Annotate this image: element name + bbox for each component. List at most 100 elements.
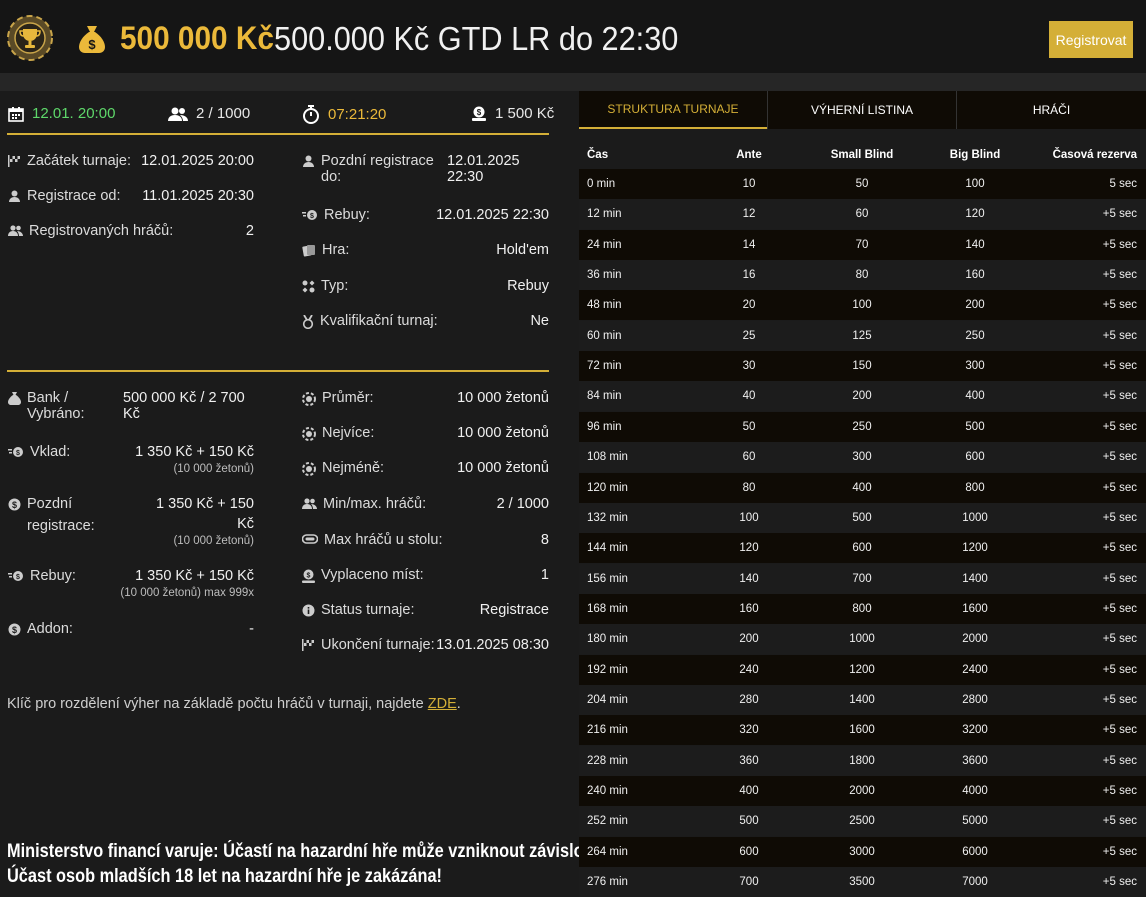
cell-time: 228 min	[587, 754, 628, 767]
table-row: 120 min 80 400 800 +5 sec	[579, 472, 1146, 503]
table-row: 108 min 60 300 600 +5 sec	[579, 442, 1146, 473]
cell-time-bank: +5 sec	[1102, 420, 1137, 433]
cell-time-bank: +5 sec	[1102, 299, 1137, 312]
gambling-warning: Ministerstvo financí varuje: Účastí na h…	[7, 841, 604, 887]
cell-time: 144 min	[587, 542, 628, 555]
cell-big-blind: 300	[965, 360, 985, 373]
cell-small-blind: 400	[852, 481, 872, 494]
start-date-stat: 12.01. 20:00	[8, 105, 115, 122]
user-icon	[9, 190, 20, 202]
cell-small-blind: 3000	[849, 845, 875, 858]
header: $ 500 000 Kč 500.000 Kč GTD LR do 22:30 …	[0, 0, 1146, 80]
players-count: 2 / 1000	[196, 105, 251, 122]
cell-small-blind: 1600	[849, 724, 875, 737]
table-row: 168 min 160 800 1600 +5 sec	[579, 593, 1146, 624]
user-icon	[303, 155, 314, 167]
table-row: 72 min 30 150 300 +5 sec	[579, 351, 1146, 382]
cell-small-blind: 1200	[849, 663, 875, 676]
info-row: Registrovaných hráčů: 2	[8, 223, 254, 239]
cell-ante: 240	[739, 663, 759, 676]
cell-ante: 120	[739, 542, 759, 555]
cell-time-bank: +5 sec	[1102, 542, 1137, 555]
coin-icon: $	[8, 623, 21, 636]
svg-text:$: $	[88, 37, 96, 52]
cell-time-bank: +5 sec	[1102, 785, 1137, 797]
money-icon: $	[302, 210, 317, 220]
cell-time-bank: +5 sec	[1102, 238, 1137, 251]
coin-stack-icon: $	[472, 106, 486, 121]
cell-time-bank: +5 sec	[1102, 572, 1137, 585]
svg-text:$: $	[16, 574, 20, 581]
cell-big-blind: 1600	[962, 602, 988, 615]
divider-stripe	[0, 73, 1146, 91]
cell-small-blind: 1800	[849, 754, 875, 767]
cell-time: 84 min	[587, 390, 622, 403]
cell-ante: 12	[742, 208, 756, 221]
table-row: 0 min 10 50 100 5 sec	[579, 169, 1146, 199]
money-row: Ukončení turnaje: 13.01.2025 08:30	[302, 637, 549, 653]
cell-time: 0 min	[587, 178, 616, 190]
cell-small-blind: 600	[852, 542, 872, 555]
money-icon: $	[8, 447, 23, 457]
tournament-title: 500.000 Kč GTD LR do 22:30	[274, 20, 679, 57]
cell-time-bank: 5 sec	[1109, 178, 1138, 190]
cell-ante: 700	[739, 876, 759, 889]
tab-structure[interactable]: STRUKTURA TURNAJE	[579, 91, 767, 129]
cell-ante: 160	[739, 602, 759, 615]
tab-players[interactable]: HRÁČI	[957, 91, 1146, 129]
cell-small-blind: 300	[852, 451, 872, 464]
svg-text:$: $	[307, 573, 311, 580]
cell-ante: 360	[739, 754, 759, 767]
table-row: 144 min 120 600 1200 +5 sec	[579, 533, 1146, 564]
tab-payouts[interactable]: VÝHERNÍ LISTINA	[768, 91, 956, 129]
cell-big-blind: 5000	[962, 815, 988, 828]
cell-time-bank: +5 sec	[1102, 511, 1137, 524]
cell-time: 204 min	[587, 693, 628, 706]
cell-time: 192 min	[587, 663, 628, 676]
users-icon	[302, 498, 317, 509]
col-time-bank: Časová rezerva	[1052, 149, 1137, 161]
cell-big-blind: 400	[965, 390, 985, 403]
cell-time: 132 min	[587, 511, 628, 524]
stopwatch-icon	[303, 105, 319, 124]
cell-ante: 400	[739, 785, 759, 797]
col-ante: Ante	[736, 149, 762, 161]
cell-time-bank: +5 sec	[1102, 633, 1137, 646]
cell-ante: 50	[742, 420, 756, 433]
cell-small-blind: 200	[852, 390, 872, 403]
cell-time: 156 min	[587, 572, 628, 585]
money-row: $ Vyplaceno míst: 1	[302, 567, 549, 583]
table-row: 192 min 240 1200 2400 +5 sec	[579, 654, 1146, 685]
cell-small-blind: 500	[852, 511, 872, 524]
trophy-chip-logo-icon	[7, 15, 53, 61]
svg-text:$: $	[16, 450, 20, 457]
cell-big-blind: 1400	[962, 572, 988, 585]
cell-ante: 100	[739, 511, 759, 524]
cell-big-blind: 120	[965, 208, 985, 221]
cell-big-blind: 100	[965, 178, 985, 190]
register-button[interactable]: Registrovat	[1049, 21, 1133, 58]
tab-bar: STRUKTURA TURNAJE VÝHERNÍ LISTINA HRÁČI	[579, 91, 1146, 129]
payout-key-link[interactable]: ZDE	[428, 696, 457, 712]
col-small-blind: Small Blind	[830, 149, 894, 161]
table-row: 252 min 500 2500 5000 +5 sec	[579, 806, 1146, 837]
cell-ante: 25	[742, 329, 756, 342]
cell-small-blind: 60	[855, 208, 869, 221]
cell-time-bank: +5 sec	[1102, 208, 1137, 221]
card-suits-icon	[302, 280, 315, 293]
coin-icon: $	[8, 498, 21, 511]
cell-ante: 30	[742, 360, 756, 373]
cell-ante: 40	[742, 390, 756, 403]
flag-icon	[302, 639, 314, 651]
cell-small-blind: 50	[855, 178, 869, 190]
money-bag-icon: $	[79, 26, 105, 53]
cell-time: 180 min	[587, 633, 628, 646]
medal-icon	[302, 315, 314, 329]
cell-time-bank: +5 sec	[1102, 724, 1137, 737]
cell-big-blind: 3200	[962, 724, 988, 737]
cell-time: 60 min	[587, 329, 622, 342]
chip-icon	[302, 427, 316, 441]
users-icon	[168, 107, 188, 121]
table-row: 60 min 25 125 250 +5 sec	[579, 320, 1146, 351]
money-row: $ Vklad: 1 350 Kč + 150 Kč (10 000 žetonů…	[8, 444, 254, 478]
